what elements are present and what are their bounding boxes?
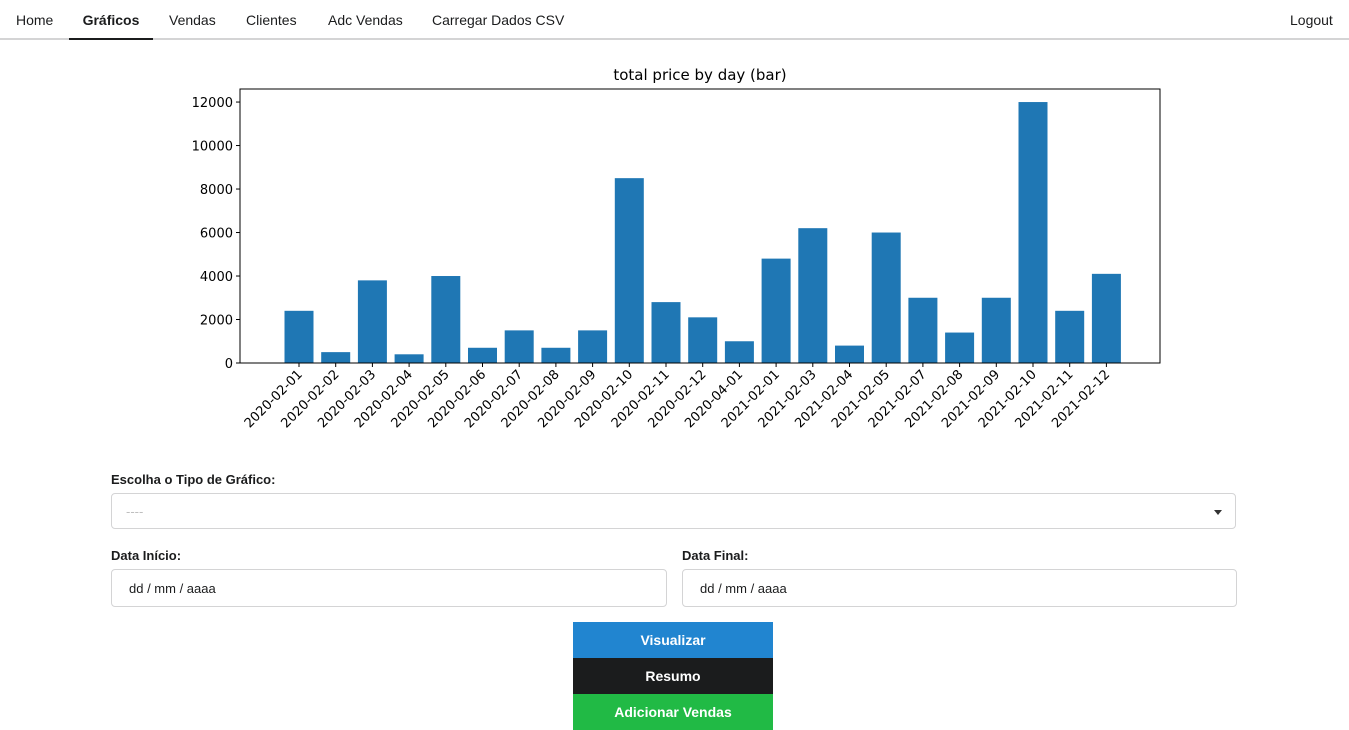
bar-2020-02-09	[578, 330, 608, 363]
bar-2020-02-11	[651, 302, 681, 363]
bar-2021-02-10	[1018, 102, 1048, 364]
bar-2020-02-01	[284, 310, 314, 363]
end-date-label: Data Final:	[682, 548, 749, 563]
add-sales-button[interactable]: Adicionar Vendas	[573, 694, 773, 730]
bar-2020-02-04	[394, 354, 424, 363]
y-tick-label-6000: 6000	[200, 227, 233, 242]
bar-2021-02-12	[1091, 273, 1121, 363]
bar-2020-02-08	[541, 347, 571, 363]
bar-2021-02-03	[798, 228, 828, 363]
bar-2021-02-05	[871, 232, 901, 363]
chart-title: total price by day (bar)	[613, 66, 786, 84]
chart-type-value: ----	[126, 504, 144, 519]
nav-home[interactable]: Home	[16, 0, 53, 38]
end-date-input[interactable]: dd / mm / aaaa	[682, 569, 1237, 607]
bar-2020-04-01	[724, 341, 754, 363]
bar-2021-02-11	[1055, 310, 1085, 363]
top-navigation: Home Gráficos Vendas Clientes Adc Vendas…	[0, 0, 1349, 40]
bar-2020-02-10	[614, 178, 644, 363]
bar-2020-02-05	[431, 276, 461, 363]
bar-2021-02-01	[761, 258, 791, 363]
bar-2021-02-09	[981, 297, 1011, 363]
nav-adc-vendas[interactable]: Adc Vendas	[328, 0, 403, 38]
caret-down-icon	[1214, 510, 1222, 515]
nav-logout[interactable]: Logout	[1290, 0, 1333, 38]
bar-2020-02-06	[468, 347, 497, 363]
bar-2020-02-02	[321, 352, 351, 363]
chart-type-select[interactable]: ----	[111, 493, 1236, 529]
bar-2021-02-08	[945, 332, 975, 363]
y-tick-label-8000: 8000	[200, 183, 233, 198]
nav-clientes[interactable]: Clientes	[246, 0, 297, 38]
chart-type-label: Escolha o Tipo de Gráfico:	[111, 472, 276, 487]
y-tick-label-10000: 10000	[192, 140, 233, 155]
start-date-input[interactable]: dd / mm / aaaa	[111, 569, 667, 607]
end-date-value: dd / mm / aaaa	[700, 581, 787, 596]
start-date-label: Data Início:	[111, 548, 182, 563]
nav-carregar-csv[interactable]: Carregar Dados CSV	[432, 0, 564, 38]
bar-2020-02-07	[504, 330, 534, 363]
y-tick-label-0: 0	[225, 357, 233, 372]
bar-2020-02-03	[357, 280, 387, 363]
bar-2020-02-12	[688, 317, 718, 363]
y-tick-label-2000: 2000	[200, 314, 233, 329]
start-date-value: dd / mm / aaaa	[129, 581, 216, 596]
y-tick-label-12000: 12000	[192, 96, 233, 111]
y-tick-label-4000: 4000	[200, 270, 233, 285]
bar-2021-02-07	[908, 297, 938, 363]
bar-2021-02-04	[835, 345, 864, 363]
visualize-button[interactable]: Visualizar	[573, 622, 773, 658]
bar-chart: total price by day (bar) 0 2000 4000 6000 800…	[192, 66, 1161, 431]
summary-button[interactable]: Resumo	[573, 658, 773, 694]
nav-graficos[interactable]: Gráficos	[69, 0, 153, 40]
nav-vendas[interactable]: Vendas	[169, 0, 216, 38]
